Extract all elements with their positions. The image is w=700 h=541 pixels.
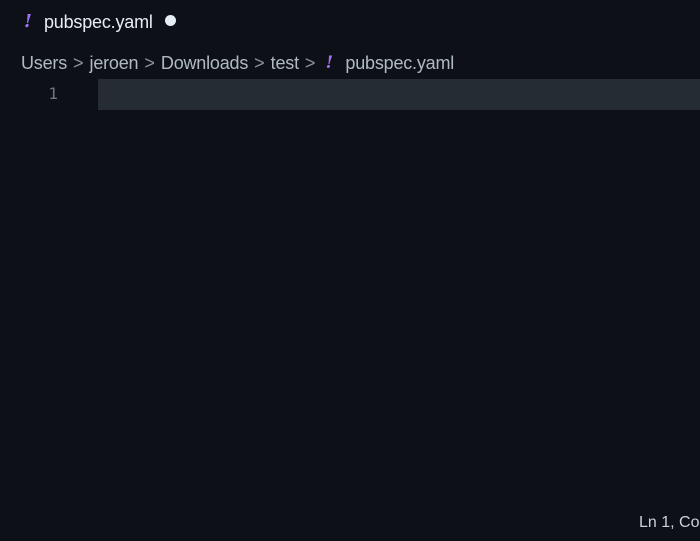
- code-editor[interactable]: 1: [0, 79, 700, 509]
- chevron-right-icon: >: [254, 52, 265, 73]
- status-bar: Ln 1, Co: [0, 511, 700, 541]
- tab-label: pubspec.yaml: [44, 11, 153, 32]
- text-cursor: [98, 84, 100, 105]
- editor-window: ! pubspec.yaml Users > jeroen > Download…: [0, 0, 700, 541]
- tab-pubspec-yaml[interactable]: ! pubspec.yaml: [0, 0, 192, 44]
- chevron-right-icon: >: [304, 52, 316, 73]
- breadcrumb-item-test[interactable]: test: [271, 53, 299, 74]
- yaml-file-icon: !: [24, 11, 32, 32]
- breadcrumb-item-file[interactable]: pubspec.yaml: [345, 53, 454, 74]
- chevron-right-icon: >: [144, 52, 155, 73]
- chevron-right-icon: >: [73, 52, 84, 73]
- breadcrumb: Users > jeroen > Downloads > test > ! pu…: [21, 49, 454, 77]
- current-line-highlight[interactable]: [98, 79, 700, 110]
- line-gutter: 1: [0, 79, 98, 110]
- breadcrumb-item-users[interactable]: Users: [21, 53, 67, 74]
- line-number: 1: [48, 84, 58, 103]
- tab-bar: ! pubspec.yaml: [0, 0, 700, 44]
- cursor-position-indicator[interactable]: Ln 1, Co: [639, 514, 699, 532]
- yaml-file-icon: !: [325, 52, 334, 73]
- breadcrumb-item-downloads[interactable]: Downloads: [161, 53, 248, 74]
- unsaved-dot-icon[interactable]: [164, 14, 176, 26]
- breadcrumb-item-jeroen[interactable]: jeroen: [90, 53, 139, 74]
